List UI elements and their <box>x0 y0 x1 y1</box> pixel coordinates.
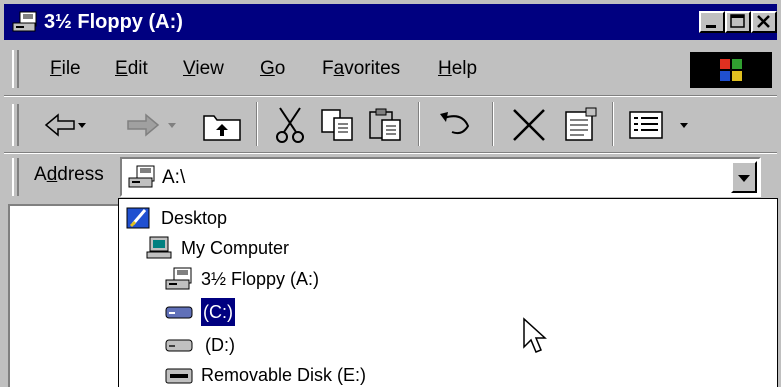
list-item-desktop[interactable]: Desktop <box>125 204 425 232</box>
list-item-removable-disk[interactable]: Removable Disk (E:) <box>165 361 465 387</box>
properties-icon <box>565 107 597 141</box>
menu-favorites[interactable]: Favorites <box>322 58 400 80</box>
minimize-button[interactable] <box>699 11 725 33</box>
views-icon <box>629 111 688 139</box>
back-button[interactable] <box>40 104 90 146</box>
chevron-down-icon <box>738 175 750 182</box>
cut-button[interactable] <box>270 104 310 146</box>
toolbar <box>4 98 777 152</box>
desktop-icon <box>126 207 150 229</box>
forward-button[interactable] <box>122 104 182 146</box>
forward-arrow-icon <box>127 113 176 137</box>
address-bar: Address A:\ <box>4 154 777 200</box>
floppy-drive-icon <box>128 165 155 188</box>
menu-go[interactable]: Go <box>260 58 285 80</box>
address-label: Address <box>34 164 104 185</box>
menu-edit[interactable]: Edit <box>115 58 148 80</box>
windows-logo <box>690 52 772 88</box>
address-grip[interactable] <box>12 158 19 196</box>
copy-icon <box>321 109 353 141</box>
windows-flag-icon <box>720 59 742 81</box>
hard-drive-icon <box>165 339 193 352</box>
delete-icon <box>513 109 545 141</box>
toolbar-separator <box>612 102 614 146</box>
hard-drive-icon <box>165 306 193 319</box>
undo-button[interactable] <box>432 104 478 146</box>
explorer-window: 3½ Floppy (A:) File Edit View Go Favorit… <box>0 0 781 387</box>
delete-button[interactable] <box>506 104 552 146</box>
address-dropdown-button[interactable] <box>731 161 757 193</box>
address-dropdown-list: Desktop My Computer 3½ Floppy (A:) (C:) … <box>118 198 778 387</box>
cut-icon <box>276 107 304 143</box>
address-input[interactable]: A:\ <box>120 157 761 197</box>
menu-help[interactable]: Help <box>438 58 477 80</box>
floppy-drive-icon <box>12 11 37 32</box>
close-button[interactable] <box>751 11 777 33</box>
up-folder-icon <box>203 115 241 141</box>
menu-view[interactable]: View <box>183 58 224 80</box>
menu-file[interactable]: File <box>50 58 81 80</box>
maximize-icon <box>730 14 745 28</box>
toolbar-grip[interactable] <box>12 104 19 146</box>
menu-grip[interactable] <box>12 50 19 88</box>
address-value: A:\ <box>162 167 186 188</box>
list-item-floppy[interactable]: 3½ Floppy (A:) <box>165 265 465 293</box>
menu-bar: File Edit View Go Favorites Help <box>4 44 777 94</box>
minimize-icon <box>706 25 716 28</box>
paste-icon <box>369 108 401 141</box>
list-item-drive-c[interactable]: (C:) <box>165 297 465 327</box>
removable-disk-icon <box>165 368 193 384</box>
close-icon <box>757 15 770 28</box>
copy-button[interactable] <box>318 104 358 146</box>
toolbar-separator <box>492 102 494 146</box>
up-button[interactable] <box>200 104 244 146</box>
list-item-drive-d[interactable]: (D:) <box>165 331 465 359</box>
properties-button[interactable] <box>560 104 602 146</box>
mouse-cursor-icon <box>523 317 547 353</box>
back-arrow-icon <box>44 113 86 137</box>
undo-icon <box>440 112 470 135</box>
toolbar-separator <box>418 102 420 146</box>
title-bar[interactable]: 3½ Floppy (A:) <box>4 4 777 40</box>
menu-toolbar-divider <box>4 95 777 97</box>
paste-button[interactable] <box>366 104 406 146</box>
toolbar-separator <box>256 102 258 146</box>
floppy-drive-icon <box>165 267 192 290</box>
folder-tree-pane[interactable] <box>8 204 120 387</box>
list-item-my-computer[interactable]: My Computer <box>145 234 445 262</box>
window-title: 3½ Floppy (A:) <box>44 11 183 33</box>
views-button[interactable] <box>624 104 696 146</box>
maximize-button[interactable] <box>725 11 751 33</box>
my-computer-icon <box>146 236 172 259</box>
